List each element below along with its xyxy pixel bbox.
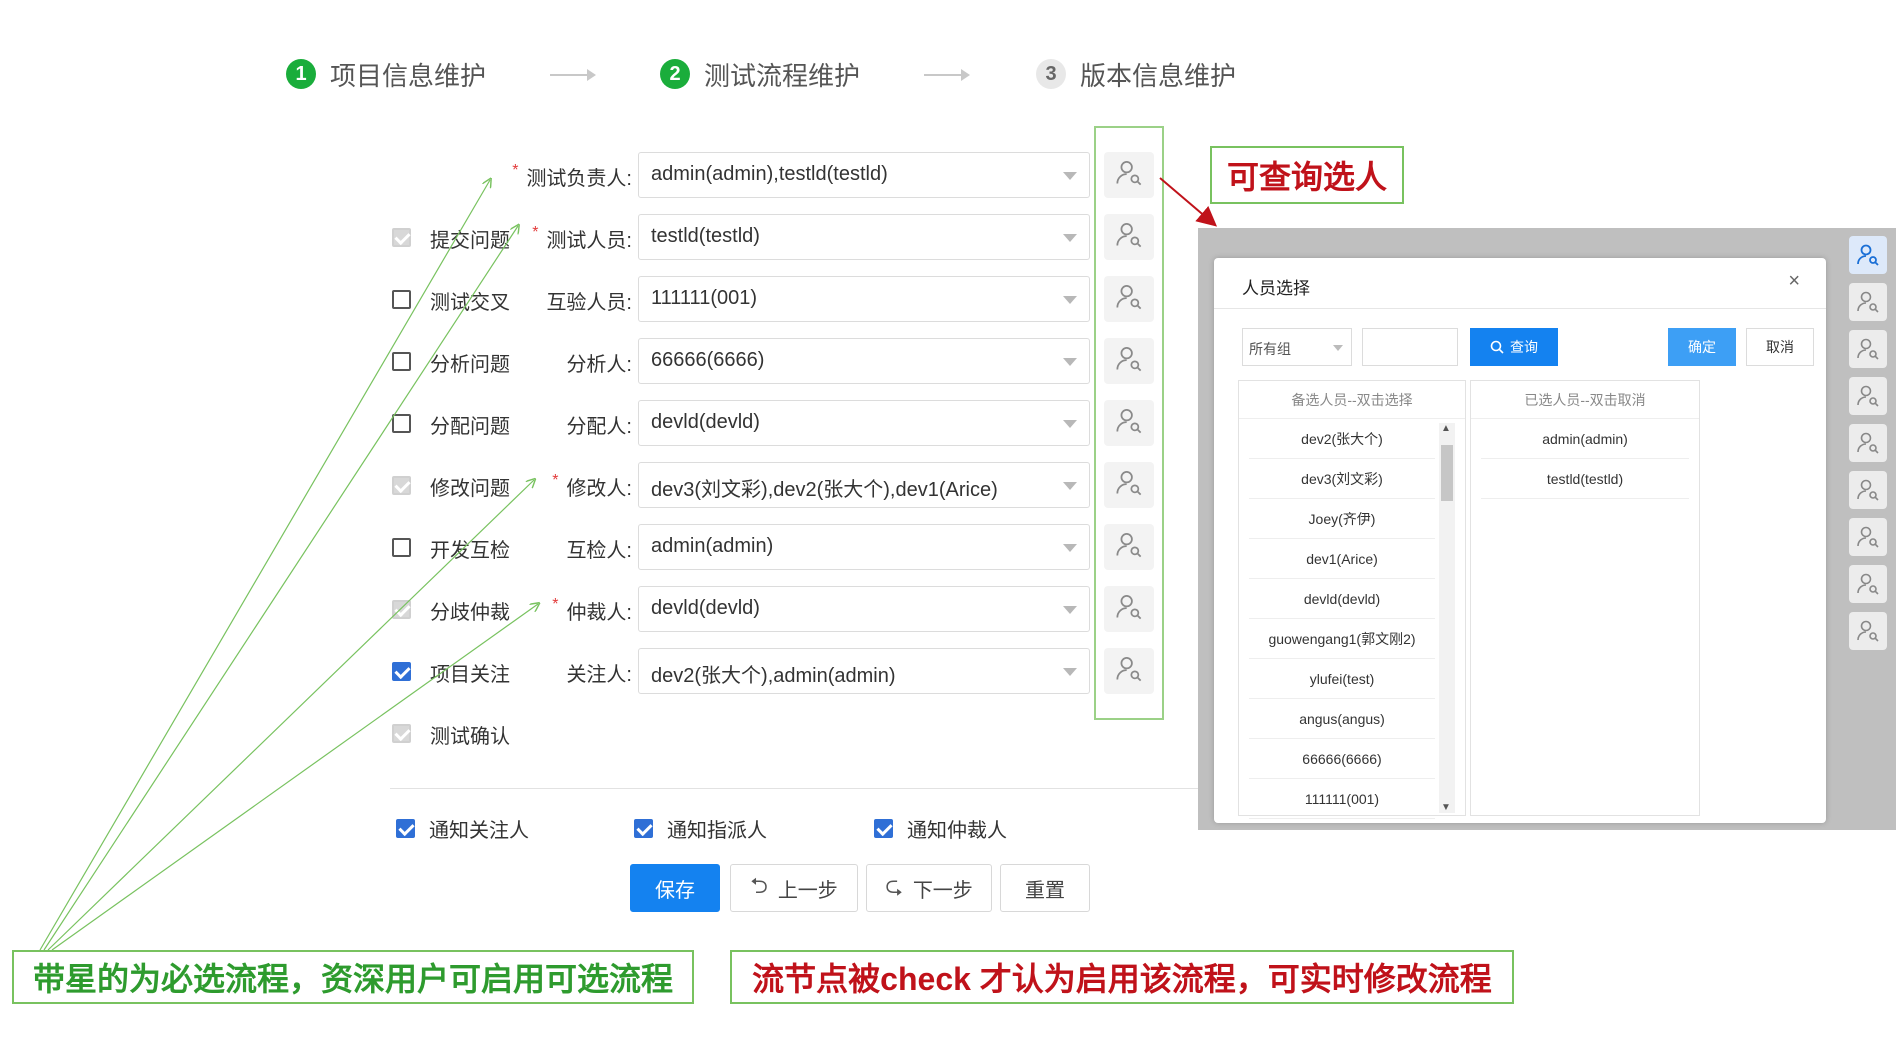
callout-required-flow: 带星的为必选流程，资深用户可启用可选流程 — [12, 950, 694, 1004]
callout-check-flow: 流节点被check 才认为启用该流程，可实时修改流程 — [730, 950, 1514, 1004]
pointer-line — [39, 180, 490, 951]
callout-query: 可查询选人 — [1210, 146, 1404, 204]
pointer-line — [51, 604, 538, 951]
pointer-line — [1159, 177, 1218, 227]
pointer-line — [47, 480, 534, 951]
pointer-line — [43, 226, 518, 951]
annotation-lines — [39, 0, 1218, 951]
